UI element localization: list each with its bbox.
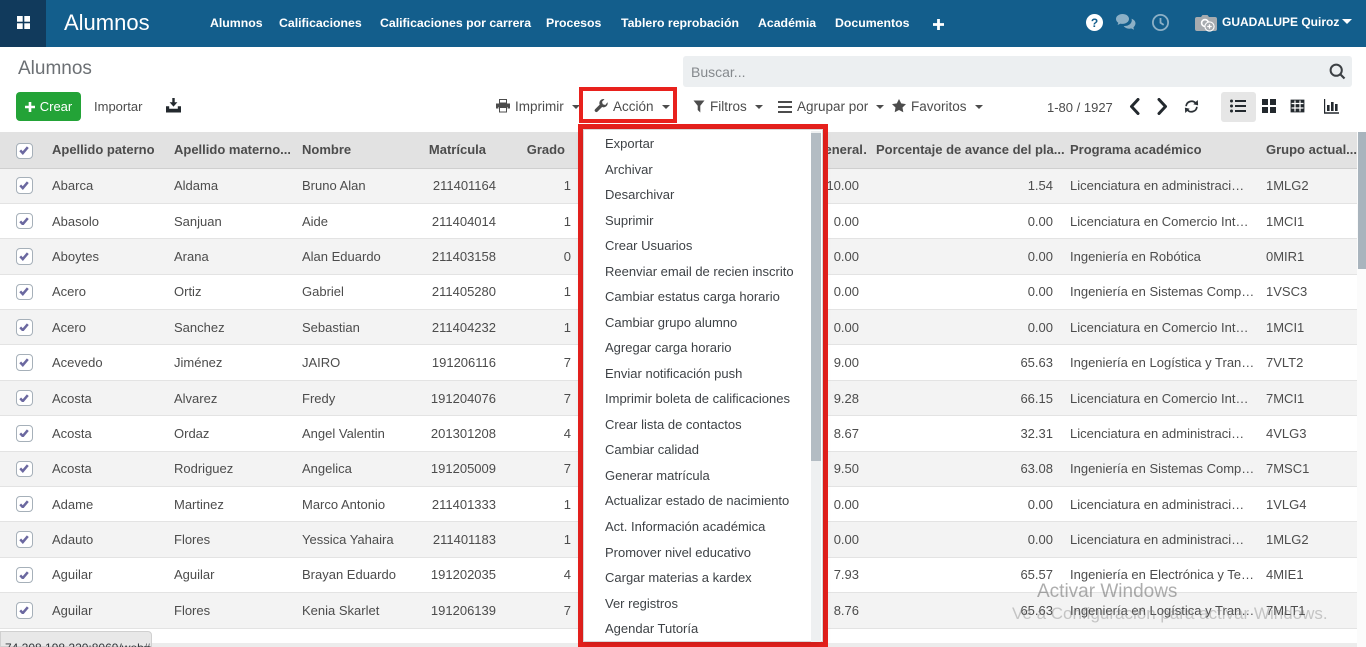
svg-text:?: ? <box>1091 16 1098 30</box>
